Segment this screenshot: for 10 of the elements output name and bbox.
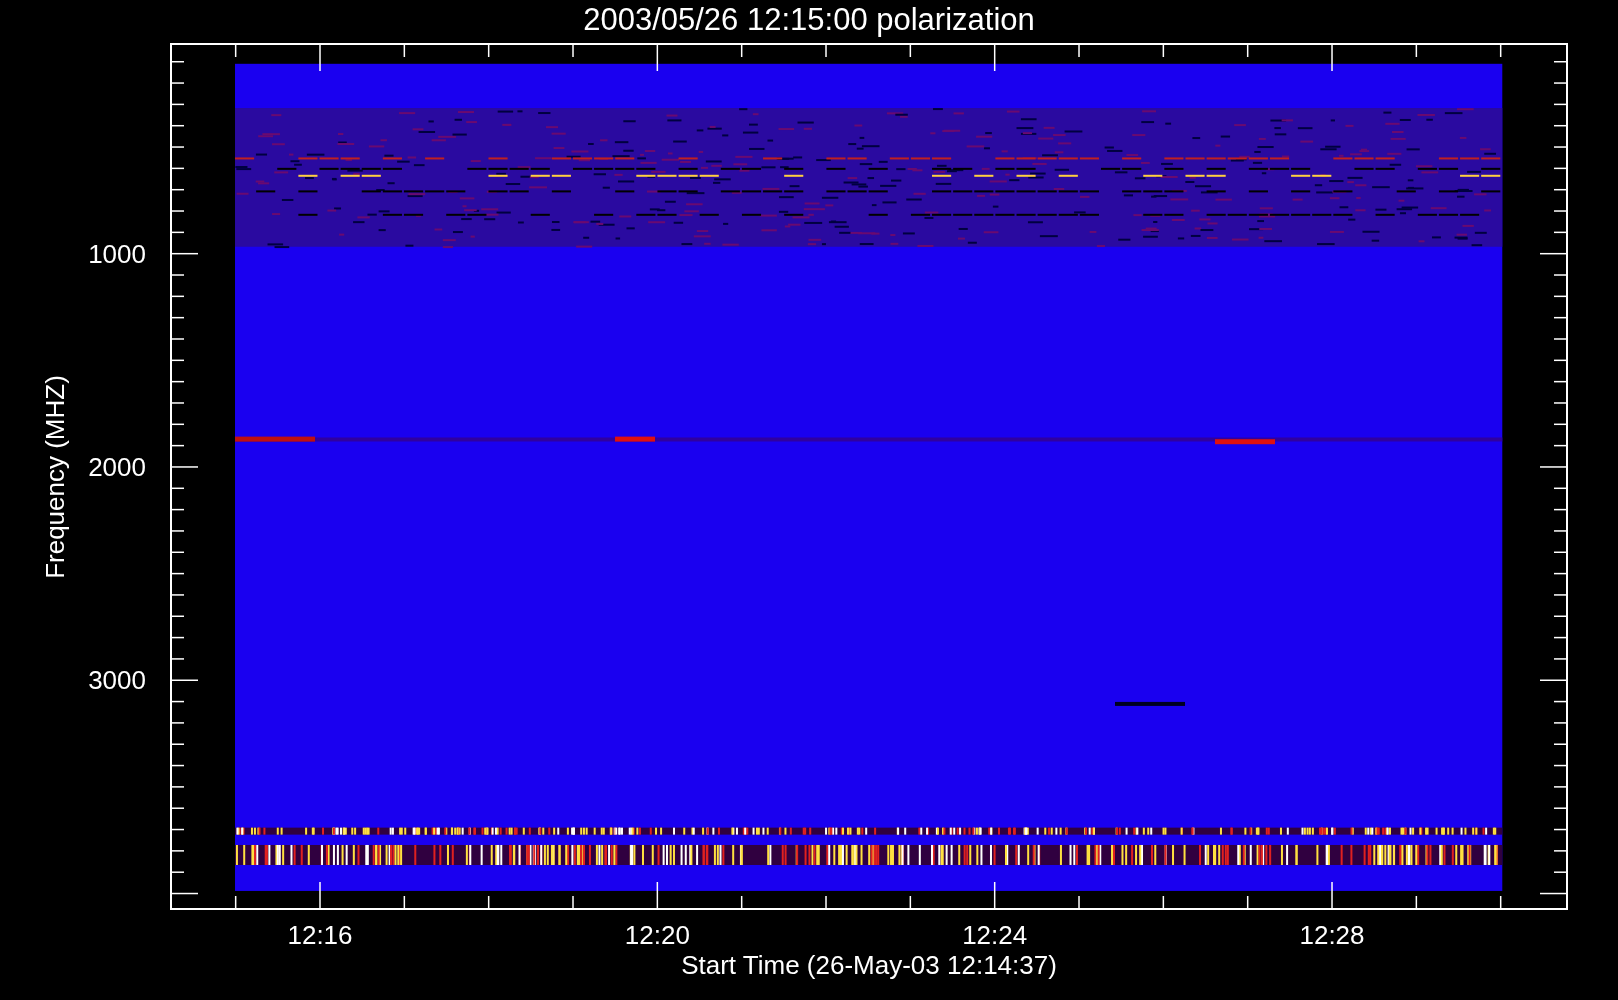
x-tick-label: 12:20	[624, 920, 690, 951]
y-tick-label: 3000	[88, 664, 146, 696]
y-tick-label: 1000	[88, 238, 146, 270]
y-axis-label: Frequency (MHZ)	[39, 374, 71, 579]
plot-title: 2003/05/26 12:15:00 polarization	[582, 1, 1036, 39]
y-tick-label: 2000	[88, 451, 146, 483]
x-tick-label: 12:16	[287, 920, 353, 951]
x-axis-label: Start Time (26-May-03 12:14:37)	[680, 950, 1058, 981]
x-tick-label: 12:24	[962, 920, 1028, 951]
x-tick-label: 12:28	[1299, 920, 1365, 951]
